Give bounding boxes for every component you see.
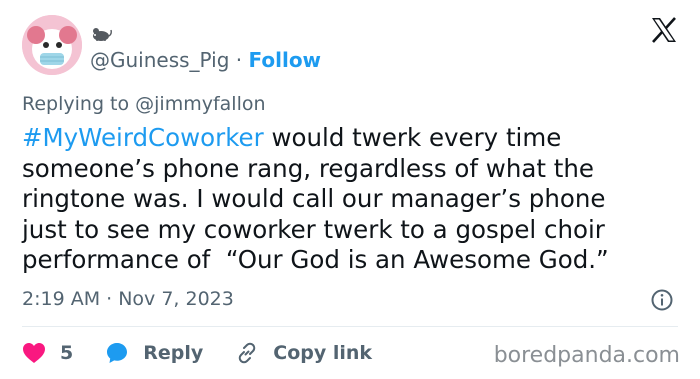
divider bbox=[22, 326, 678, 327]
hashtag-link[interactable]: #MyWeirdCoworker bbox=[22, 123, 264, 152]
avatar[interactable] bbox=[22, 15, 82, 75]
reply-button[interactable]: Reply bbox=[105, 337, 203, 369]
info-icon[interactable] bbox=[651, 289, 673, 311]
reply-bubble-icon bbox=[107, 343, 128, 363]
like-count: 5 bbox=[60, 342, 74, 364]
reply-label: Reply bbox=[143, 342, 204, 364]
tweet-card: @Guiness_Pig · Follow Replying to @jimmy… bbox=[0, 0, 700, 379]
tweet-line-5: performance of “Our God is an Awesome Go… bbox=[22, 245, 609, 274]
tweet-line-4: just to see my coworker twerk to a gospe… bbox=[22, 214, 605, 244]
x-logo-icon[interactable] bbox=[650, 16, 678, 44]
author-row: @Guiness_Pig · Follow bbox=[90, 47, 321, 73]
tweet-line-2: someone’s phone rang, regardless of what… bbox=[22, 153, 594, 183]
tweet-line-1-rest: would twerk every time bbox=[263, 123, 562, 152]
author-handle[interactable]: @Guiness_Pig bbox=[90, 48, 229, 72]
tweet-actions: 5 Reply Copy link bbox=[22, 337, 372, 369]
tweet-timestamp[interactable]: 2:19 AM · Nov 7, 2023 bbox=[22, 287, 234, 311]
watermark: boredpanda.com bbox=[493, 343, 680, 368]
follow-button[interactable]: Follow bbox=[249, 48, 322, 72]
tweet-line-1: #MyWeirdCoworker would twerk every time bbox=[22, 123, 682, 154]
tweet-text: #MyWeirdCoworker would twerk every time … bbox=[22, 123, 682, 276]
replying-mention[interactable]: @jimmyfallon bbox=[135, 93, 265, 115]
copy-link-button[interactable]: Copy link bbox=[235, 337, 372, 369]
replying-prefix: Replying to bbox=[22, 93, 136, 115]
copy-link-label: Copy link bbox=[273, 342, 373, 364]
tweet-line-3: ringtone was. I would call our manager’s… bbox=[22, 184, 606, 213]
handle-separator: · bbox=[229, 48, 249, 72]
like-button[interactable]: 5 bbox=[22, 337, 73, 369]
avatar-image bbox=[22, 15, 82, 75]
mouse-icon bbox=[93, 28, 112, 41]
heart-icon bbox=[23, 343, 45, 363]
replying-to: Replying to @jimmyfallon bbox=[22, 92, 266, 116]
link-icon bbox=[238, 342, 256, 364]
